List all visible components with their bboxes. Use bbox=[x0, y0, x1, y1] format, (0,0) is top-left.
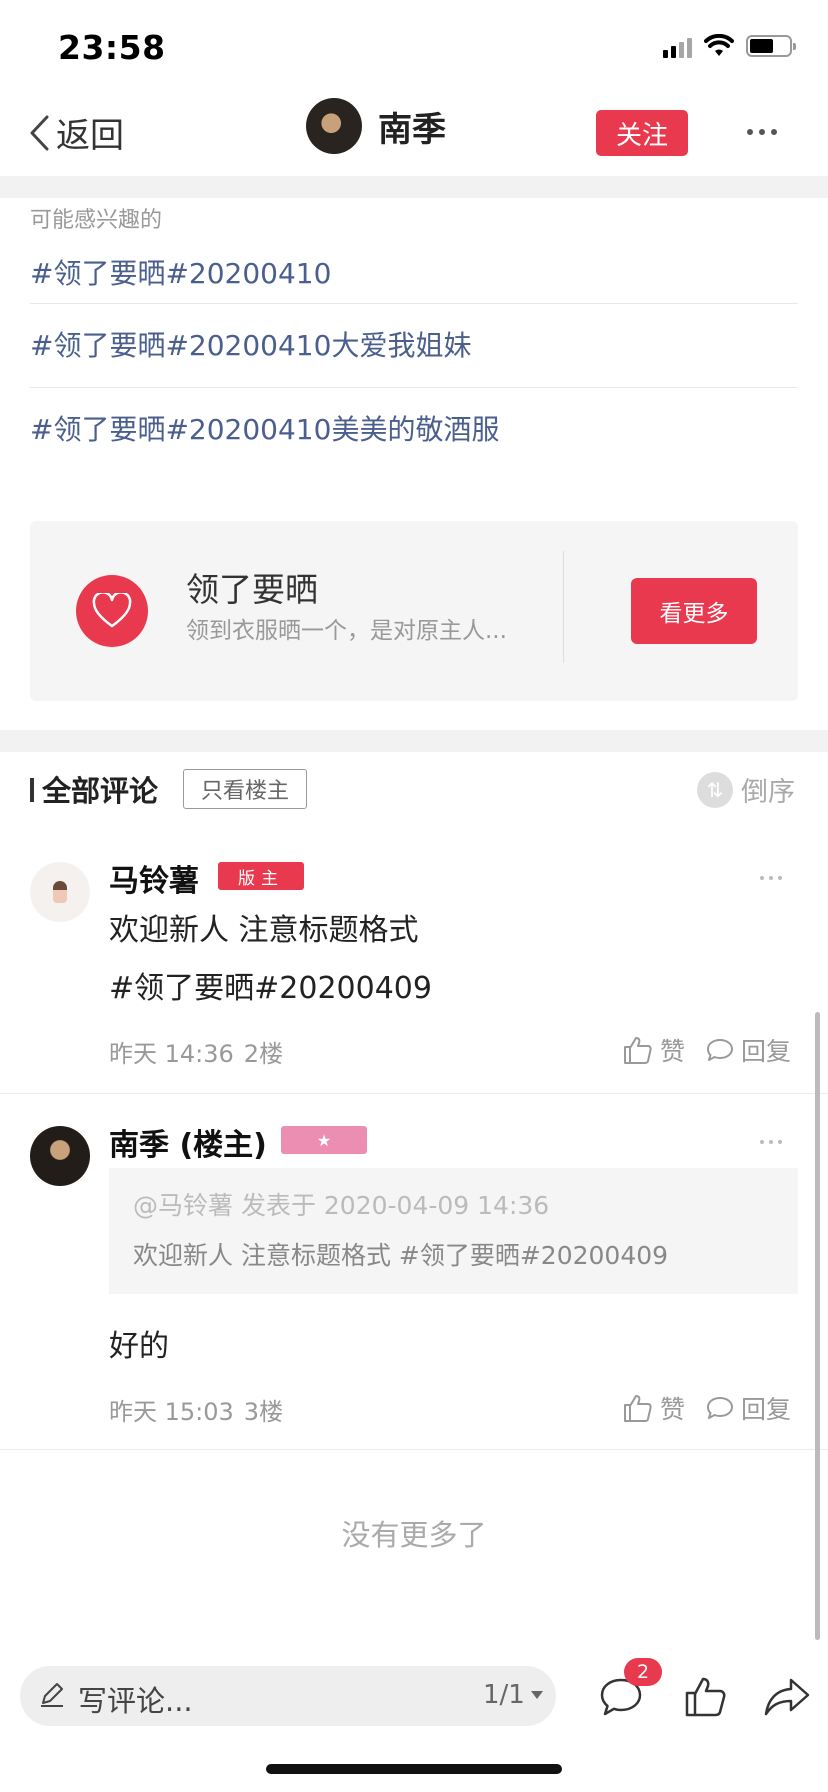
reply-label: 回复 bbox=[741, 1395, 792, 1424]
page-indicator[interactable]: 1/1 bbox=[483, 1680, 543, 1710]
comments-header: 全部评论 只看楼主 ⇅ 倒序 bbox=[0, 752, 828, 828]
status-bar: 23:58 bbox=[0, 0, 828, 92]
comment-bubble-icon bbox=[707, 1397, 734, 1419]
page-indicator-value: 1/1 bbox=[483, 1680, 525, 1710]
comment-actions: 赞 回复 bbox=[622, 1390, 791, 1426]
topic-link[interactable]: #领了要晒#20200410大爱我姐妹 bbox=[30, 304, 798, 388]
comment-input-placeholder: 写评论... bbox=[78, 1684, 193, 1718]
reply-button[interactable]: 回复 bbox=[705, 1390, 791, 1426]
thumb-up-icon bbox=[624, 1395, 652, 1422]
back-button[interactable]: 返回 bbox=[28, 108, 124, 157]
comment-item: 马铃薯 版主 欢迎新人 注意标题格式 #领了要晒#20200409 昨天 14:… bbox=[0, 828, 828, 1094]
comment-floor: 3楼 bbox=[243, 1398, 284, 1426]
comment-body: 好的 bbox=[109, 1329, 169, 1364]
comment-count-badge: 2 bbox=[624, 1658, 662, 1686]
comment-meta: 昨天 14:36 2楼 bbox=[109, 1034, 283, 1069]
thumb-up-icon[interactable] bbox=[680, 1672, 730, 1722]
status-time: 23:58 bbox=[58, 28, 166, 67]
reverse-order-button[interactable]: ⇅ 倒序 bbox=[697, 770, 795, 809]
comment-line: 欢迎新人 注意标题格式 bbox=[109, 913, 419, 948]
avatar[interactable] bbox=[306, 98, 362, 154]
comment-floor: 2楼 bbox=[243, 1040, 284, 1068]
heart-icon bbox=[76, 575, 148, 647]
more-options-icon[interactable] bbox=[760, 876, 782, 880]
comment-line: #领了要晒#20200409 bbox=[109, 971, 432, 1006]
nav-user-name: 南季 bbox=[378, 109, 446, 150]
see-more-button[interactable]: 看更多 bbox=[631, 578, 757, 644]
level-badge: ★ bbox=[281, 1126, 367, 1154]
avatar[interactable] bbox=[30, 1126, 90, 1186]
quote-header: @马铃薯 发表于 2020-04-09 14:36 bbox=[133, 1191, 550, 1220]
moderator-badge: 版主 bbox=[218, 862, 304, 890]
scrollbar[interactable] bbox=[815, 1012, 820, 1640]
circle-description: 领到衣服晒一个，是对原主人... bbox=[186, 618, 507, 644]
comment-author[interactable]: 南季 (楼主) bbox=[109, 1120, 267, 1164]
comment-input[interactable]: 写评论... 1/1 bbox=[20, 1666, 556, 1726]
reply-label: 回复 bbox=[741, 1037, 792, 1066]
interest-title: 可能感兴趣的 bbox=[30, 208, 163, 233]
cellular-signal-icon bbox=[663, 34, 692, 58]
reply-button[interactable]: 回复 bbox=[705, 1032, 791, 1068]
wifi-icon bbox=[704, 34, 734, 56]
like-button[interactable]: 赞 bbox=[622, 1390, 685, 1426]
comments-title: 全部评论 bbox=[42, 774, 159, 808]
thumb-up-icon bbox=[624, 1037, 652, 1064]
comment-author[interactable]: 马铃薯 bbox=[109, 856, 199, 900]
status-icons bbox=[663, 34, 796, 58]
comment-body: 欢迎新人 注意标题格式 #领了要晒#20200409 bbox=[109, 902, 432, 1018]
chevron-left-icon bbox=[28, 114, 50, 152]
comment-time: 昨天 15:03 bbox=[109, 1398, 234, 1426]
section-divider bbox=[0, 176, 828, 198]
topic-link[interactable]: #领了要晒#20200410 bbox=[30, 244, 798, 304]
battery-level bbox=[750, 39, 773, 53]
back-label: 返回 bbox=[56, 116, 124, 156]
nav-bar: 返回 南季 关注 bbox=[0, 92, 828, 176]
like-label: 赞 bbox=[660, 1037, 686, 1066]
quote-text: 欢迎新人 注意标题格式 #领了要晒#20200409 bbox=[133, 1241, 669, 1270]
comment-item: 南季 (楼主) ★ @马铃薯 发表于 2020-04-09 14:36 欢迎新人… bbox=[0, 1094, 828, 1450]
home-indicator[interactable] bbox=[266, 1764, 562, 1774]
section-divider bbox=[0, 730, 828, 752]
topic-link[interactable]: #领了要晒#20200410美美的敬酒服 bbox=[30, 388, 798, 472]
comment-meta: 昨天 15:03 3楼 bbox=[109, 1392, 283, 1427]
like-label: 赞 bbox=[660, 1395, 686, 1424]
follow-button[interactable]: 关注 bbox=[596, 110, 688, 156]
only-op-button[interactable]: 只看楼主 bbox=[183, 769, 307, 809]
nav-user[interactable]: 南季 bbox=[306, 98, 446, 154]
caret-down-icon bbox=[530, 1691, 543, 1699]
card-divider bbox=[563, 551, 564, 663]
comment-actions: 赞 回复 bbox=[622, 1032, 791, 1068]
no-more-text: 没有更多了 bbox=[341, 1518, 487, 1552]
more-options-icon[interactable] bbox=[760, 1140, 782, 1144]
circle-card[interactable]: 领了要晒 领到衣服晒一个，是对原主人... 看更多 bbox=[30, 521, 798, 701]
reverse-label: 倒序 bbox=[741, 777, 795, 808]
section-marker bbox=[30, 778, 34, 802]
interest-section: 可能感兴趣的 #领了要晒#20200410 #领了要晒#20200410大爱我姐… bbox=[30, 198, 798, 472]
share-icon[interactable] bbox=[762, 1672, 812, 1722]
pencil-icon bbox=[38, 1680, 66, 1712]
like-button[interactable]: 赞 bbox=[622, 1032, 685, 1068]
avatar[interactable] bbox=[30, 862, 90, 922]
quoted-comment: @马铃薯 发表于 2020-04-09 14:36 欢迎新人 注意标题格式 #领… bbox=[109, 1168, 798, 1294]
comment-time: 昨天 14:36 bbox=[109, 1040, 234, 1068]
comment-bubble-icon bbox=[707, 1039, 734, 1061]
more-options-icon[interactable] bbox=[740, 112, 784, 152]
sort-icon: ⇅ bbox=[697, 771, 733, 808]
circle-name: 领了要晒 bbox=[186, 570, 318, 609]
battery-icon bbox=[746, 35, 796, 57]
